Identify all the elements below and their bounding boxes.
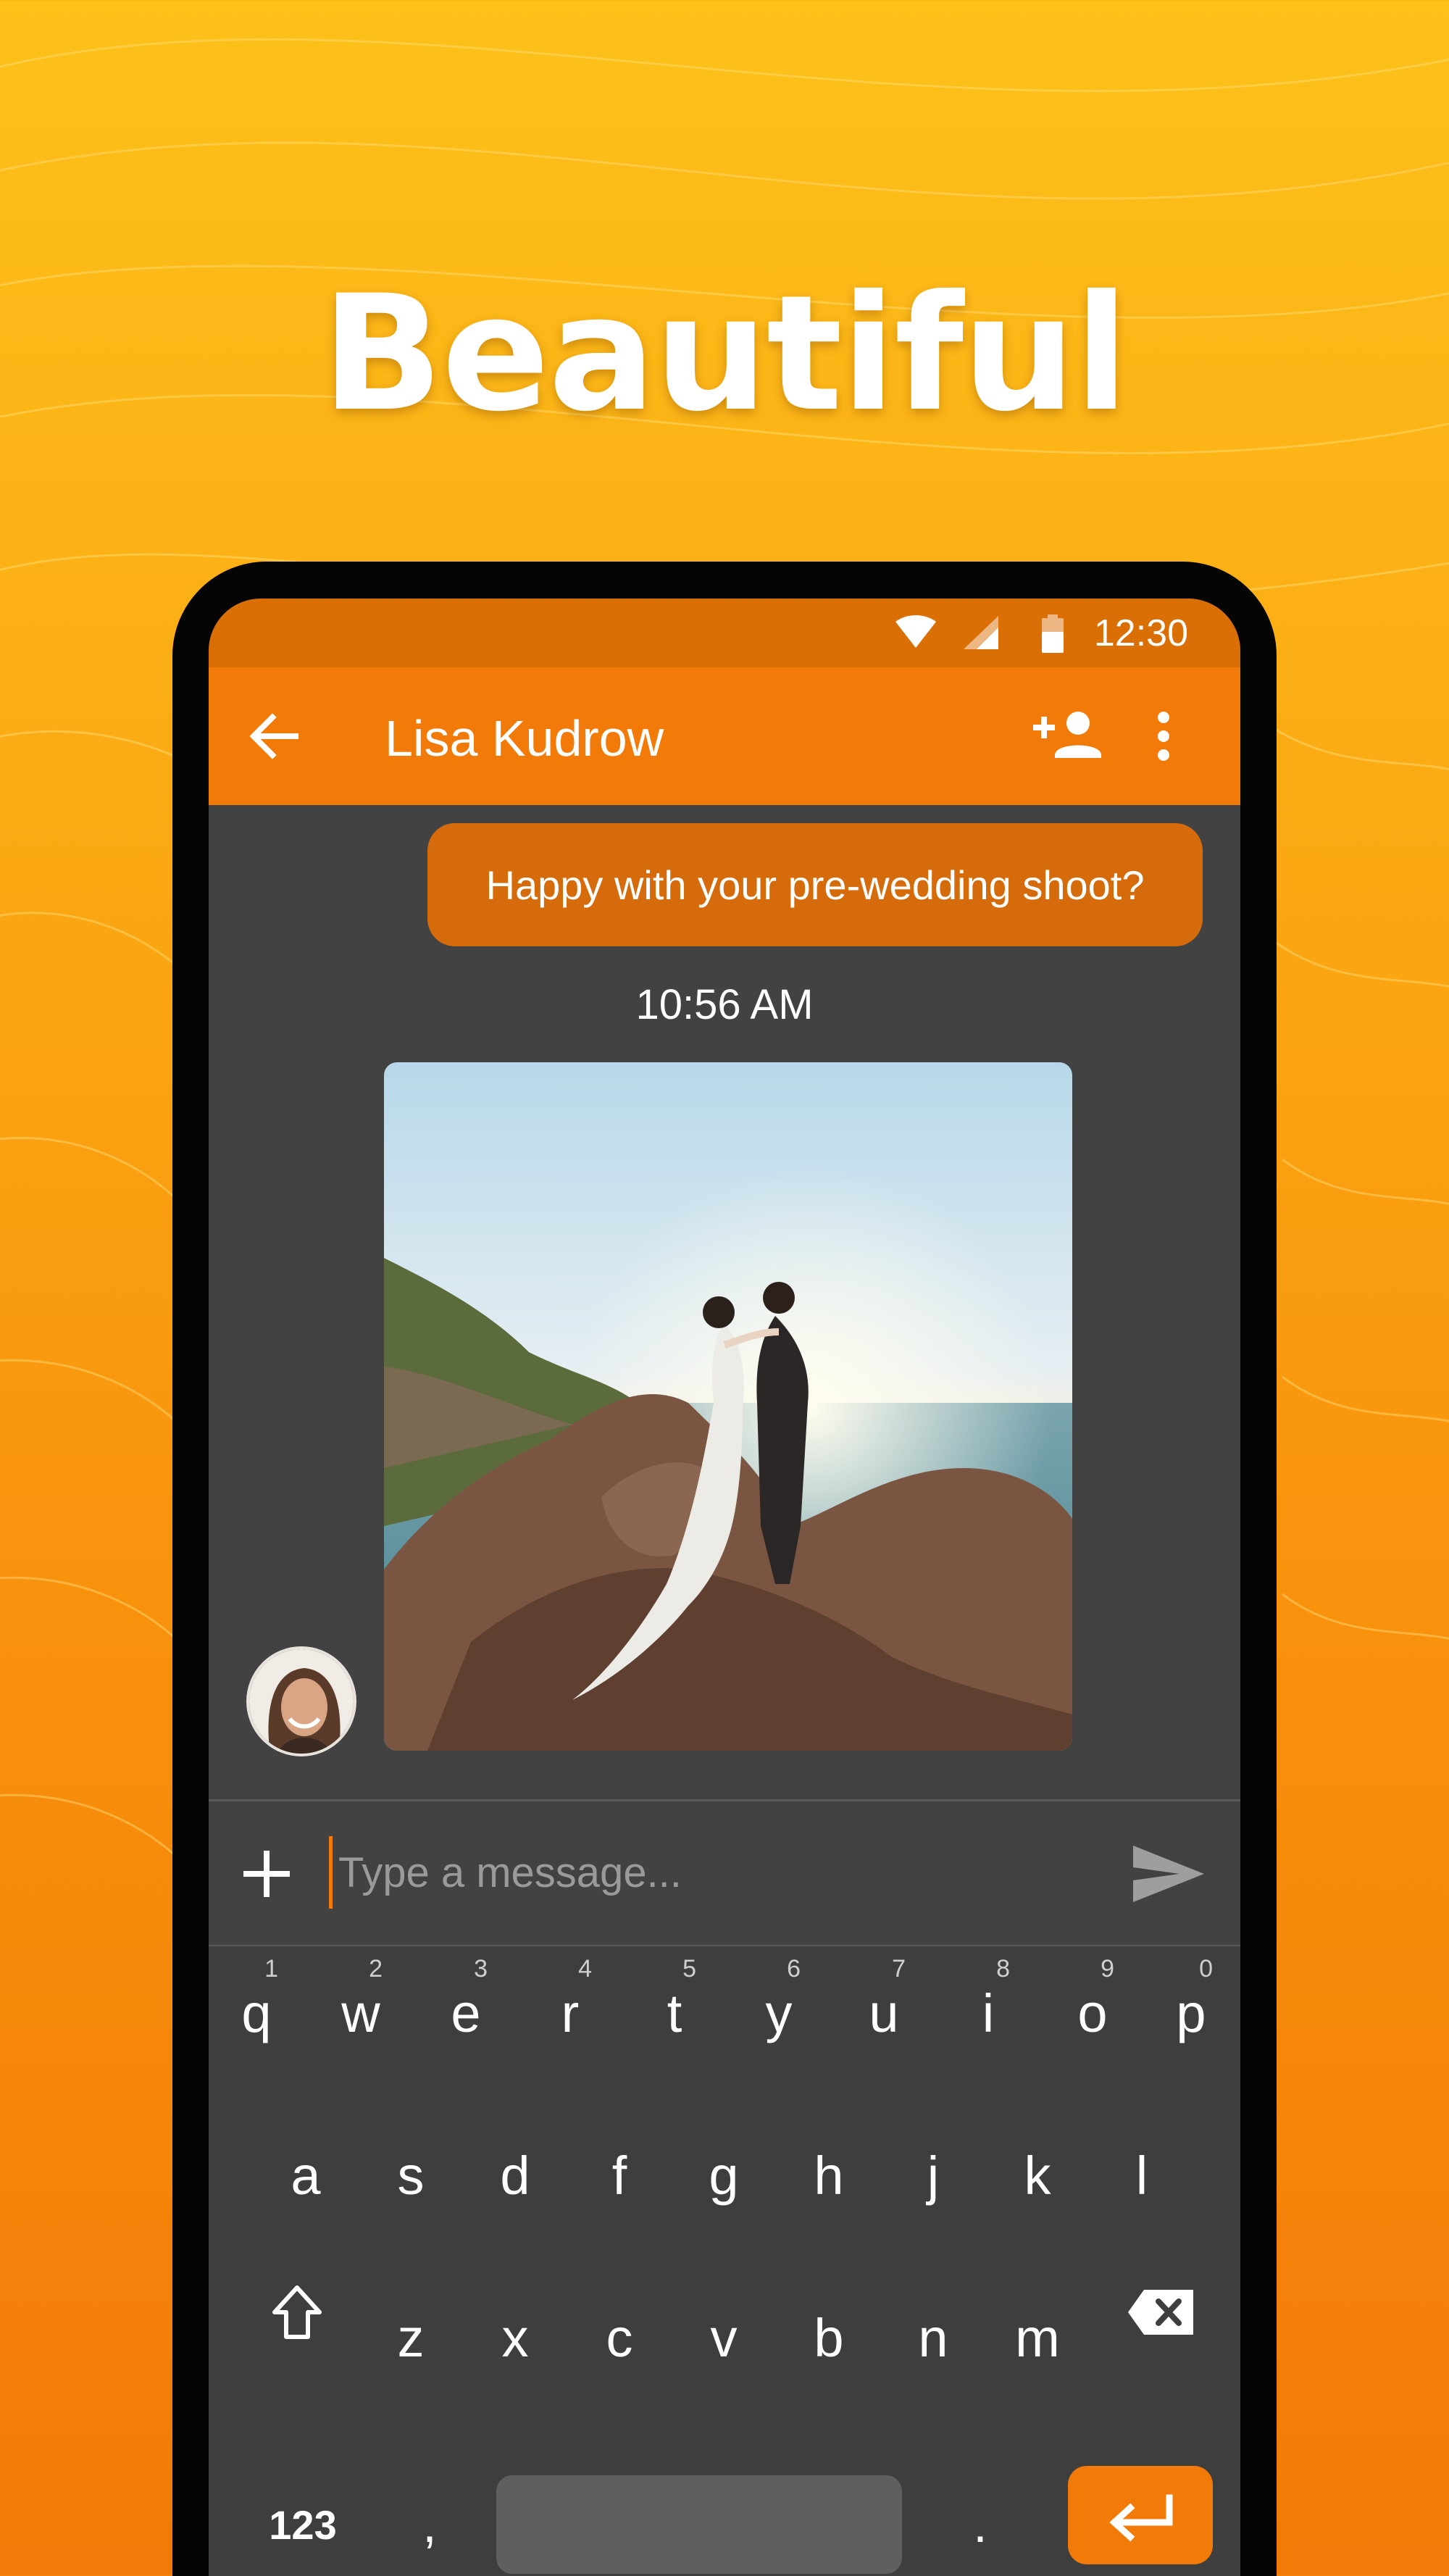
message-timestamp: 10:56 AM: [635, 981, 814, 1028]
add-contact-icon: [1033, 712, 1101, 758]
key-a[interactable]: a: [255, 2109, 356, 2239]
contact-avatar[interactable]: [246, 1646, 356, 1756]
key-c[interactable]: c: [569, 2271, 670, 2401]
key-t[interactable]: 5t: [624, 1946, 725, 2077]
back-arrow-icon: [249, 713, 298, 759]
attach-button[interactable]: [238, 1845, 296, 1903]
outgoing-message-bubble[interactable]: Happy with your pre-wedding shoot?: [427, 823, 1203, 946]
add-contact-button[interactable]: [1032, 707, 1104, 765]
enter-icon: [1109, 2494, 1173, 2542]
photo-attachment[interactable]: [384, 1062, 1072, 1751]
signal-icon: [964, 616, 998, 649]
key-p[interactable]: 0p: [1140, 1946, 1240, 2077]
key-f[interactable]: f: [569, 2109, 670, 2239]
numbers-key[interactable]: 123: [230, 2475, 375, 2574]
conversation-area: Happy with your pre-wedding shoot? 10:56…: [209, 805, 1240, 1751]
key-j[interactable]: j: [882, 2109, 984, 2239]
wifi-icon: [895, 615, 936, 648]
avatar-photo: [249, 1649, 354, 1754]
key-w[interactable]: 2w: [310, 1946, 412, 2077]
contact-name[interactable]: Lisa Kudrow: [385, 709, 664, 767]
status-bar: 12:30: [209, 599, 1240, 667]
key-s[interactable]: s: [360, 2109, 462, 2239]
comma-key[interactable]: ,: [383, 2475, 477, 2574]
enter-key[interactable]: [1068, 2466, 1213, 2564]
key-h[interactable]: h: [778, 2109, 880, 2239]
send-button[interactable]: [1129, 1841, 1208, 1906]
headline: Beautiful: [321, 261, 1129, 446]
key-y[interactable]: 6y: [728, 1946, 830, 2077]
status-time: 12:30: [1093, 612, 1188, 654]
backspace-key[interactable]: [1107, 2258, 1216, 2367]
app-bar: Lisa Kudrow: [209, 667, 1240, 805]
more-options-button[interactable]: [1149, 707, 1178, 765]
key-u[interactable]: 7u: [833, 1946, 935, 2077]
backspace-icon: [1128, 2290, 1193, 2335]
key-n[interactable]: n: [882, 2271, 984, 2401]
key-b[interactable]: b: [778, 2271, 880, 2401]
key-v[interactable]: v: [673, 2271, 774, 2401]
message-input[interactable]: Type a message...: [329, 1836, 1090, 1909]
key-z[interactable]: z: [360, 2271, 462, 2401]
shift-icon: [272, 2285, 322, 2339]
plus-icon: [243, 1851, 290, 1897]
key-k[interactable]: k: [987, 2109, 1088, 2239]
message-composer: Type a message...: [209, 1801, 1240, 1945]
battery-icon: [1042, 614, 1064, 653]
shift-key[interactable]: [246, 2258, 348, 2367]
key-m[interactable]: m: [987, 2271, 1088, 2401]
key-d[interactable]: d: [464, 2109, 566, 2239]
key-x[interactable]: x: [464, 2271, 566, 2401]
key-o[interactable]: 9o: [1042, 1946, 1143, 2077]
phone-screen: 12:30 Lisa Kudrow Happy with your pre-we…: [209, 599, 1240, 2576]
key-l[interactable]: l: [1091, 2109, 1193, 2239]
more-vertical-icon: [1158, 712, 1169, 761]
key-e[interactable]: 3e: [415, 1946, 517, 2077]
back-button[interactable]: [245, 707, 303, 765]
key-q[interactable]: 1q: [209, 1946, 307, 2077]
spacebar[interactable]: [496, 2475, 902, 2574]
period-key[interactable]: .: [933, 2475, 1027, 2574]
key-r[interactable]: 4r: [519, 1946, 621, 2077]
send-icon: [1133, 1846, 1204, 1902]
key-g[interactable]: g: [673, 2109, 774, 2239]
key-i[interactable]: 8i: [938, 1946, 1039, 2077]
wedding-photo: [384, 1062, 1072, 1751]
